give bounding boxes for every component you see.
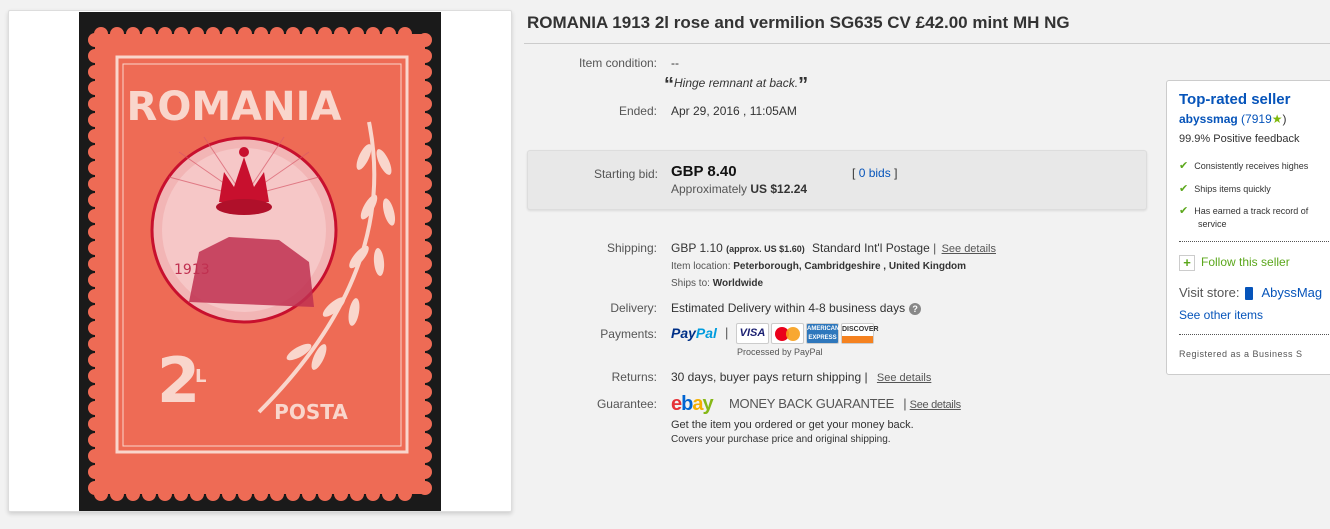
- seller-divider: [1179, 241, 1330, 242]
- visa-card-icon: VISA: [736, 323, 769, 344]
- guarantee-line2: Covers your purchase price and original …: [671, 434, 891, 445]
- condition-label: Item condition:: [578, 56, 657, 70]
- follow-seller-label: Follow this seller: [1201, 255, 1290, 270]
- mbg-separator: |: [903, 396, 907, 411]
- listing-title: ROMANIA 1913 2l rose and vermilion SG635…: [527, 13, 1070, 32]
- ships-to-label: Ships to:: [671, 278, 710, 289]
- seller-check-item: ✔ Consistently receives highes: [1179, 160, 1309, 172]
- discover-card-icon: DISCOVER: [841, 323, 879, 344]
- seller-check-item-continued: service: [1198, 219, 1227, 229]
- seller-name-link[interactable]: abyssmag: [1179, 112, 1238, 126]
- ended-label: Ended:: [618, 104, 657, 118]
- stamp-image[interactable]: ROMANIA 1913 2 L POSTA: [79, 12, 441, 511]
- paypal-logo: PayPal: [671, 325, 717, 341]
- condition-note: “Hinge remnant at back.”: [664, 74, 808, 97]
- shipping-price: GBP 1.10: [671, 241, 723, 255]
- starting-bid-price: GBP 8.40: [671, 163, 737, 180]
- item-location: Item location: Peterborough, Cambridgesh…: [671, 261, 966, 272]
- returns-see-details-link[interactable]: See details: [877, 372, 931, 384]
- quote-close-icon: ”: [798, 74, 809, 96]
- stamp-year-text: 1913: [174, 262, 210, 278]
- store-icon: [1245, 287, 1254, 301]
- guarantee-label: Guarantee:: [596, 397, 657, 411]
- seller-score-close: ): [1282, 112, 1287, 126]
- delivery-value: Estimated Delivery within 4-8 business d…: [671, 301, 922, 315]
- starting-bid-approx: Approximately US $12.24: [671, 182, 807, 196]
- amex-card-icon: AMERICAN EXPRESS: [806, 323, 839, 344]
- seller-divider: [1179, 334, 1330, 335]
- returns-value: 30 days, buyer pays return shipping | Se…: [671, 370, 931, 384]
- delivery-text: Estimated Delivery within 4-8 business d…: [671, 301, 906, 315]
- visit-store-line: Visit store: AbyssMag: [1179, 285, 1322, 301]
- shipping-see-details-link[interactable]: See details: [942, 243, 996, 255]
- ships-to: Ships to: Worldwide: [671, 278, 763, 289]
- shipping-value: GBP 1.10 (approx. US $1.60) Standard Int…: [671, 241, 996, 255]
- seller-check-item: ✔ Has earned a track record of: [1179, 205, 1309, 217]
- stamp-photo-background: ROMANIA 1913 2 L POSTA: [79, 12, 441, 511]
- condition-value: --: [671, 56, 679, 70]
- seller-info-box: Top-rated seller abyssmag (7919★) 99.9% …: [1166, 80, 1330, 375]
- condition-note-text: Hinge remnant at back.: [674, 76, 799, 90]
- approx-value: US $12.24: [750, 182, 808, 196]
- item-image-panel: ROMANIA 1913 2 L POSTA: [8, 10, 512, 512]
- seller-name-line: abyssmag (7919★): [1179, 112, 1287, 126]
- approx-prefix: Approximately: [671, 182, 748, 196]
- stamp-value-text: 2: [157, 344, 200, 417]
- payments-label: Payments:: [600, 327, 657, 341]
- info-icon[interactable]: ?: [909, 302, 922, 315]
- seller-feedback-score-link[interactable]: (7919: [1241, 112, 1272, 126]
- ended-value: Apr 29, 2016 , 11:05AM: [671, 104, 797, 118]
- registered-business-text: Registered as a Business S: [1179, 349, 1303, 359]
- item-location-value: Peterborough, Cambridgeshire , United Ki…: [733, 261, 967, 272]
- ships-to-value: Worldwide: [712, 278, 764, 289]
- plus-icon: +: [1179, 255, 1195, 271]
- title-divider: [524, 43, 1330, 44]
- follow-seller-button[interactable]: + Follow this seller: [1179, 255, 1290, 271]
- stamp-crown-base: [216, 199, 272, 215]
- mbg-text: MONEY BACK GUARANTEE: [729, 396, 894, 411]
- see-other-items-link[interactable]: See other items: [1179, 308, 1263, 322]
- item-location-label: Item location:: [671, 261, 731, 272]
- stamp-country-text: ROMANIA: [127, 84, 342, 130]
- guarantee-see-details-link[interactable]: See details: [910, 399, 961, 411]
- shipping-label: Shipping:: [606, 241, 657, 255]
- bids-count: [ 0 bids ]: [852, 166, 897, 180]
- bids-link[interactable]: 0 bids: [859, 166, 891, 180]
- checkmark-icon: ✔: [1179, 205, 1189, 217]
- stamp-crown-cross: [239, 147, 249, 157]
- checkmark-icon: ✔: [1179, 160, 1189, 172]
- seller-check-item: ✔ Ships items quickly: [1179, 183, 1271, 195]
- visit-store-label: Visit store:: [1179, 285, 1240, 300]
- starting-bid-label: Starting bid:: [593, 167, 658, 181]
- delivery-label: Delivery:: [610, 301, 657, 315]
- stamp-value-suffix: L: [195, 366, 206, 387]
- paypal-separator: |: [725, 325, 729, 340]
- returns-label: Returns:: [611, 370, 657, 384]
- returns-text: 30 days, buyer pays return shipping |: [671, 370, 868, 384]
- quote-open-icon: “: [664, 74, 674, 96]
- mastercard-card-icon: [771, 323, 804, 344]
- bid-box: Starting bid: GBP 8.40 Approximately US …: [527, 150, 1147, 210]
- stamp-posta-text: POSTA: [274, 400, 348, 424]
- money-back-guarantee: MONEY BACK GUARANTEE | See details: [729, 396, 961, 411]
- checkmark-icon: ✔: [1179, 183, 1189, 195]
- bids-close-bracket: ]: [894, 166, 898, 180]
- ebay-logo: ebay: [671, 393, 714, 415]
- shipping-approx: (approx. US $1.60): [726, 244, 805, 254]
- shipping-method: Standard Int'l Postage: [812, 241, 930, 255]
- processed-by-paypal: Processed by PayPal: [737, 347, 823, 357]
- seller-positive-feedback: 99.9% Positive feedback: [1179, 133, 1300, 145]
- bids-open-bracket: [: [852, 166, 856, 180]
- top-rated-seller-heading: Top-rated seller: [1179, 91, 1291, 108]
- star-icon: ★: [1271, 112, 1283, 126]
- store-link[interactable]: AbyssMag: [1261, 285, 1322, 300]
- guarantee-line1: Get the item you ordered or get your mon…: [671, 419, 914, 431]
